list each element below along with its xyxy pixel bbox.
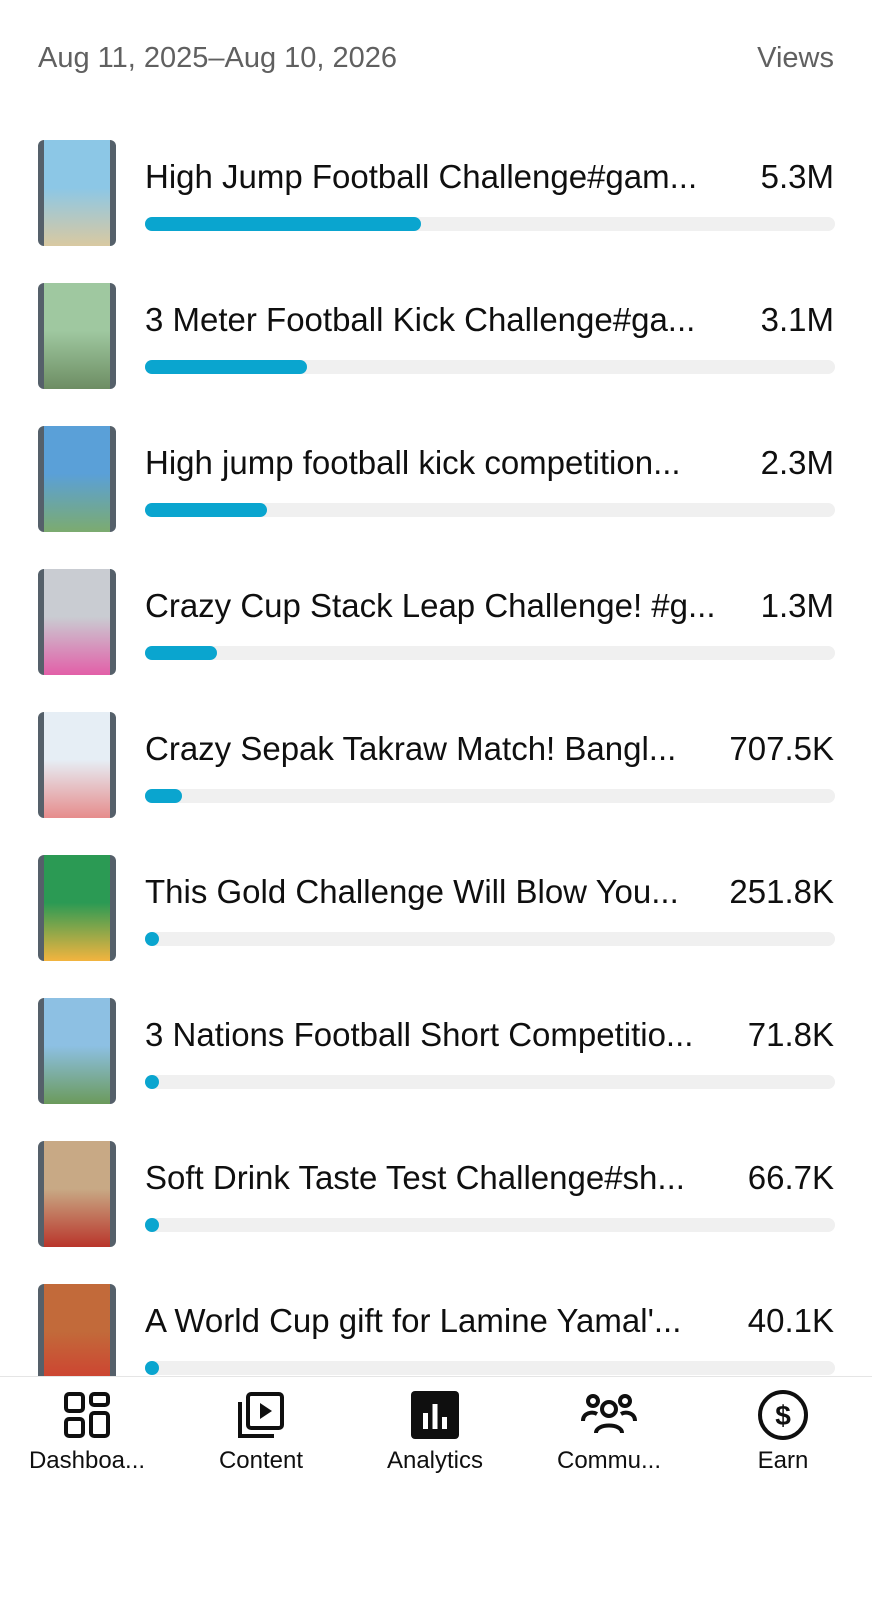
views-bar-track [145,503,835,517]
views-bar-track [145,360,835,374]
video-row[interactable]: 3 Meter Football Kick Challenge#ga... 3.1… [0,273,872,419]
views-bar-track [145,1075,835,1089]
video-title: 3 Meter Football Kick Challenge#ga... [145,301,696,338]
video-views: 5.3M [760,158,834,195]
earn-icon: $ [758,1390,808,1440]
views-bar-fill [145,360,308,374]
views-bar-fill [145,789,182,803]
nav-analytics[interactable]: Analytics [348,1377,522,1489]
video-views: 2.3M [760,444,834,481]
video-row[interactable]: This Gold Challenge Will Blow You... 251.… [0,845,872,991]
views-bar-track [145,646,835,660]
nav-dashboard[interactable]: Dashboa... [0,1377,174,1489]
nav-community-label: Commu... [556,1447,661,1474]
video-thumbnail [38,283,116,389]
video-row[interactable]: 3 Nations Football Short Competitio... 71… [0,988,872,1134]
video-thumbnail [38,426,116,532]
video-title: Crazy Sepak Takraw Match! Bangl... [145,730,677,767]
video-row[interactable]: High Jump Football Challenge#gam... 5.3M [0,130,872,276]
video-views: 66.7K [747,1159,834,1196]
nav-analytics-label: Analytics [386,1447,484,1474]
bottom-navigation: Dashboa... Content Analytics Commu... $ … [0,1376,872,1488]
nav-earn[interactable]: $ Earn [696,1377,870,1489]
video-thumbnail [38,1141,116,1247]
video-row[interactable]: Soft Drink Taste Test Challenge#sh... 66.… [0,1131,872,1277]
video-views: 3.1M [760,301,834,338]
analytics-icon [411,1391,459,1439]
video-thumbnail [38,855,116,961]
video-row[interactable]: Crazy Sepak Takraw Match! Bangl... 707.5K [0,702,872,848]
video-title: 3 Nations Football Short Competitio... [145,1016,694,1053]
video-row[interactable]: Crazy Cup Stack Leap Challenge! #g... 1.3… [0,559,872,705]
nav-dashboard-label: Dashboa... [28,1447,146,1474]
nav-community[interactable]: Commu... [522,1377,696,1489]
nav-content[interactable]: Content [174,1377,348,1489]
video-views: 707.5K [729,730,834,767]
views-bar-fill [145,503,268,517]
community-icon [581,1394,637,1434]
video-title: High Jump Football Challenge#gam... [145,158,698,195]
svg-text:$: $ [775,1400,791,1431]
video-title: This Gold Challenge Will Blow You... [145,873,679,910]
views-bar-track [145,1218,835,1232]
views-bar-fill [145,646,217,660]
views-bar-fill [145,1361,159,1375]
views-bar-fill [145,1218,159,1232]
video-thumbnail [38,140,116,246]
date-range[interactable]: Aug 11, 2025–Aug 10, 2026 [38,42,397,75]
views-bar-track [145,789,835,803]
content-icon [238,1392,284,1438]
video-views: 40.1K [747,1302,834,1339]
video-title: A World Cup gift for Lamine Yamal'... [145,1302,682,1339]
video-title: Crazy Cup Stack Leap Challenge! #g... [145,587,715,624]
analytics-header: Aug 11, 2025–Aug 10, 2026 Views [0,0,872,120]
video-thumbnail [38,712,116,818]
video-views: 71.8K [747,1016,834,1053]
video-views: 251.8K [729,873,834,910]
dashboard-icon [64,1392,110,1438]
video-row[interactable]: A World Cup gift for Lamine Yamal'... 40.… [0,1274,872,1376]
top-content-list: High Jump Football Challenge#gam... 5.3M 3… [0,126,872,1376]
views-bar-fill [145,217,421,231]
video-thumbnail [38,1284,116,1376]
video-row[interactable]: High jump football kick competition... 2.… [0,416,872,562]
video-thumbnail [38,998,116,1104]
views-bar-fill [145,932,159,946]
metric-label: Views [757,42,834,74]
views-bar-fill [145,1075,159,1089]
nav-earn-label: Earn [757,1447,809,1474]
video-title: Soft Drink Taste Test Challenge#sh... [145,1159,685,1196]
video-views: 1.3M [760,587,834,624]
views-bar-track [145,932,835,946]
video-title: High jump football kick competition... [145,444,681,481]
views-bar-track [145,1361,835,1375]
views-bar-track [145,217,835,231]
nav-content-label: Content [218,1447,304,1474]
video-thumbnail [38,569,116,675]
